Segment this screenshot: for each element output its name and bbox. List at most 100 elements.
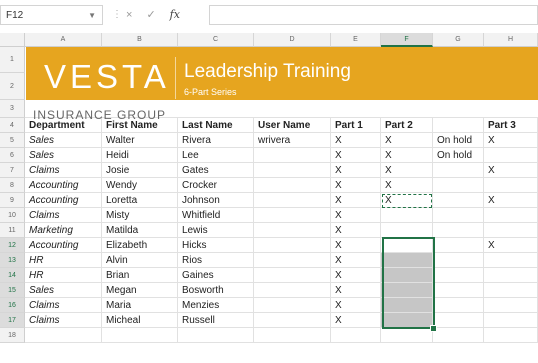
cell-a12[interactable]: Accounting	[25, 238, 102, 253]
cell-f6[interactable]: X	[381, 148, 433, 163]
table-header-g[interactable]	[433, 118, 484, 133]
cell-a10[interactable]: Claims	[25, 208, 102, 223]
cell-c17[interactable]: Russell	[178, 313, 254, 328]
cell-g5[interactable]: On hold	[433, 133, 484, 148]
cell-d13[interactable]	[254, 253, 331, 268]
cell-b6[interactable]: Heidi	[102, 148, 178, 163]
cell-f11[interactable]	[381, 223, 433, 238]
cell-a11[interactable]: Marketing	[25, 223, 102, 238]
cell-d15[interactable]	[254, 283, 331, 298]
row-header-3[interactable]: 3	[0, 100, 25, 118]
column-header-g[interactable]: G	[433, 33, 484, 47]
cell-a17[interactable]: Claims	[25, 313, 102, 328]
row-header-12[interactable]: 12	[0, 238, 25, 253]
cell-d14[interactable]	[254, 268, 331, 283]
cell-b5[interactable]: Walter	[102, 133, 178, 148]
cell-b7[interactable]: Josie	[102, 163, 178, 178]
cell-g15[interactable]	[433, 283, 484, 298]
row-header-18[interactable]: 18	[0, 328, 25, 343]
cell-h12[interactable]: X	[484, 238, 538, 253]
column-header-d[interactable]: D	[254, 33, 331, 47]
cell-d6[interactable]	[254, 148, 331, 163]
cell-c16[interactable]: Menzies	[178, 298, 254, 313]
cell-b15[interactable]: Megan	[102, 283, 178, 298]
table-header-f[interactable]: Part 2	[381, 118, 433, 133]
cell-e5[interactable]: X	[331, 133, 381, 148]
cell-e14[interactable]: X	[331, 268, 381, 283]
cell-e11[interactable]: X	[331, 223, 381, 238]
cell-h8[interactable]	[484, 178, 538, 193]
cell-b10[interactable]: Misty	[102, 208, 178, 223]
chevron-down-icon[interactable]: ▼	[88, 6, 96, 26]
cell-g11[interactable]	[433, 223, 484, 238]
row-header-1[interactable]: 1	[0, 47, 25, 73]
cell-d9[interactable]	[254, 193, 331, 208]
cell-g7[interactable]	[433, 163, 484, 178]
row-header-15[interactable]: 15	[0, 283, 25, 298]
cell-f10[interactable]	[381, 208, 433, 223]
cell-a7[interactable]: Claims	[25, 163, 102, 178]
cell-b16[interactable]: Maria	[102, 298, 178, 313]
cell-a5[interactable]: Sales	[25, 133, 102, 148]
column-header-f[interactable]: F	[381, 33, 433, 47]
cell-g3[interactable]	[433, 100, 484, 118]
cell-b14[interactable]: Brian	[102, 268, 178, 283]
cell-g13[interactable]	[433, 253, 484, 268]
cell-b8[interactable]: Wendy	[102, 178, 178, 193]
cell-f7[interactable]: X	[381, 163, 433, 178]
cell-a13[interactable]: HR	[25, 253, 102, 268]
table-header-c[interactable]: Last Name	[178, 118, 254, 133]
cell-c11[interactable]: Lewis	[178, 223, 254, 238]
column-header-c[interactable]: C	[178, 33, 254, 47]
cell-g6[interactable]: On hold	[433, 148, 484, 163]
selection-range[interactable]	[382, 237, 435, 329]
cell-e18[interactable]	[331, 328, 381, 343]
cell-e17[interactable]: X	[331, 313, 381, 328]
row-header-9[interactable]: 9	[0, 193, 25, 208]
cell-a16[interactable]: Claims	[25, 298, 102, 313]
table-header-h[interactable]: Part 3	[484, 118, 538, 133]
row-header-8[interactable]: 8	[0, 178, 25, 193]
cell-d3[interactable]	[254, 100, 331, 118]
cell-h6[interactable]	[484, 148, 538, 163]
row-header-16[interactable]: 16	[0, 298, 25, 313]
cell-h17[interactable]	[484, 313, 538, 328]
cell-f8[interactable]: X	[381, 178, 433, 193]
column-header-h[interactable]: H	[484, 33, 538, 47]
cell-d17[interactable]	[254, 313, 331, 328]
cell-d7[interactable]	[254, 163, 331, 178]
cell-a14[interactable]: HR	[25, 268, 102, 283]
cell-b18[interactable]	[102, 328, 178, 343]
cell-c12[interactable]: Hicks	[178, 238, 254, 253]
cell-h9[interactable]: X	[484, 193, 538, 208]
cancel-icon[interactable]: ×	[126, 5, 132, 25]
cell-h14[interactable]	[484, 268, 538, 283]
cell-g8[interactable]	[433, 178, 484, 193]
name-box[interactable]: F12 ▼	[0, 5, 103, 25]
cell-d11[interactable]	[254, 223, 331, 238]
cell-g10[interactable]	[433, 208, 484, 223]
cell-h10[interactable]	[484, 208, 538, 223]
cell-g16[interactable]	[433, 298, 484, 313]
formula-input[interactable]	[209, 5, 538, 25]
row-header-7[interactable]: 7	[0, 163, 25, 178]
cell-d5[interactable]: wrivera	[254, 133, 331, 148]
row-header-5[interactable]: 5	[0, 133, 25, 148]
row-header-17[interactable]: 17	[0, 313, 25, 328]
cell-f18[interactable]	[381, 328, 433, 343]
cell-e9[interactable]: X	[331, 193, 381, 208]
cell-c7[interactable]: Gates	[178, 163, 254, 178]
cell-e8[interactable]: X	[331, 178, 381, 193]
cell-c6[interactable]: Lee	[178, 148, 254, 163]
cell-c9[interactable]: Johnson	[178, 193, 254, 208]
cell-a18[interactable]	[25, 328, 102, 343]
cell-h16[interactable]	[484, 298, 538, 313]
cell-e15[interactable]: X	[331, 283, 381, 298]
cell-e12[interactable]: X	[331, 238, 381, 253]
insert-function-icon[interactable]: fx	[170, 5, 180, 25]
cell-c3[interactable]	[178, 100, 254, 118]
table-header-d[interactable]: User Name	[254, 118, 331, 133]
cell-h13[interactable]	[484, 253, 538, 268]
cell-g17[interactable]	[433, 313, 484, 328]
row-header-4[interactable]: 4	[0, 118, 25, 133]
